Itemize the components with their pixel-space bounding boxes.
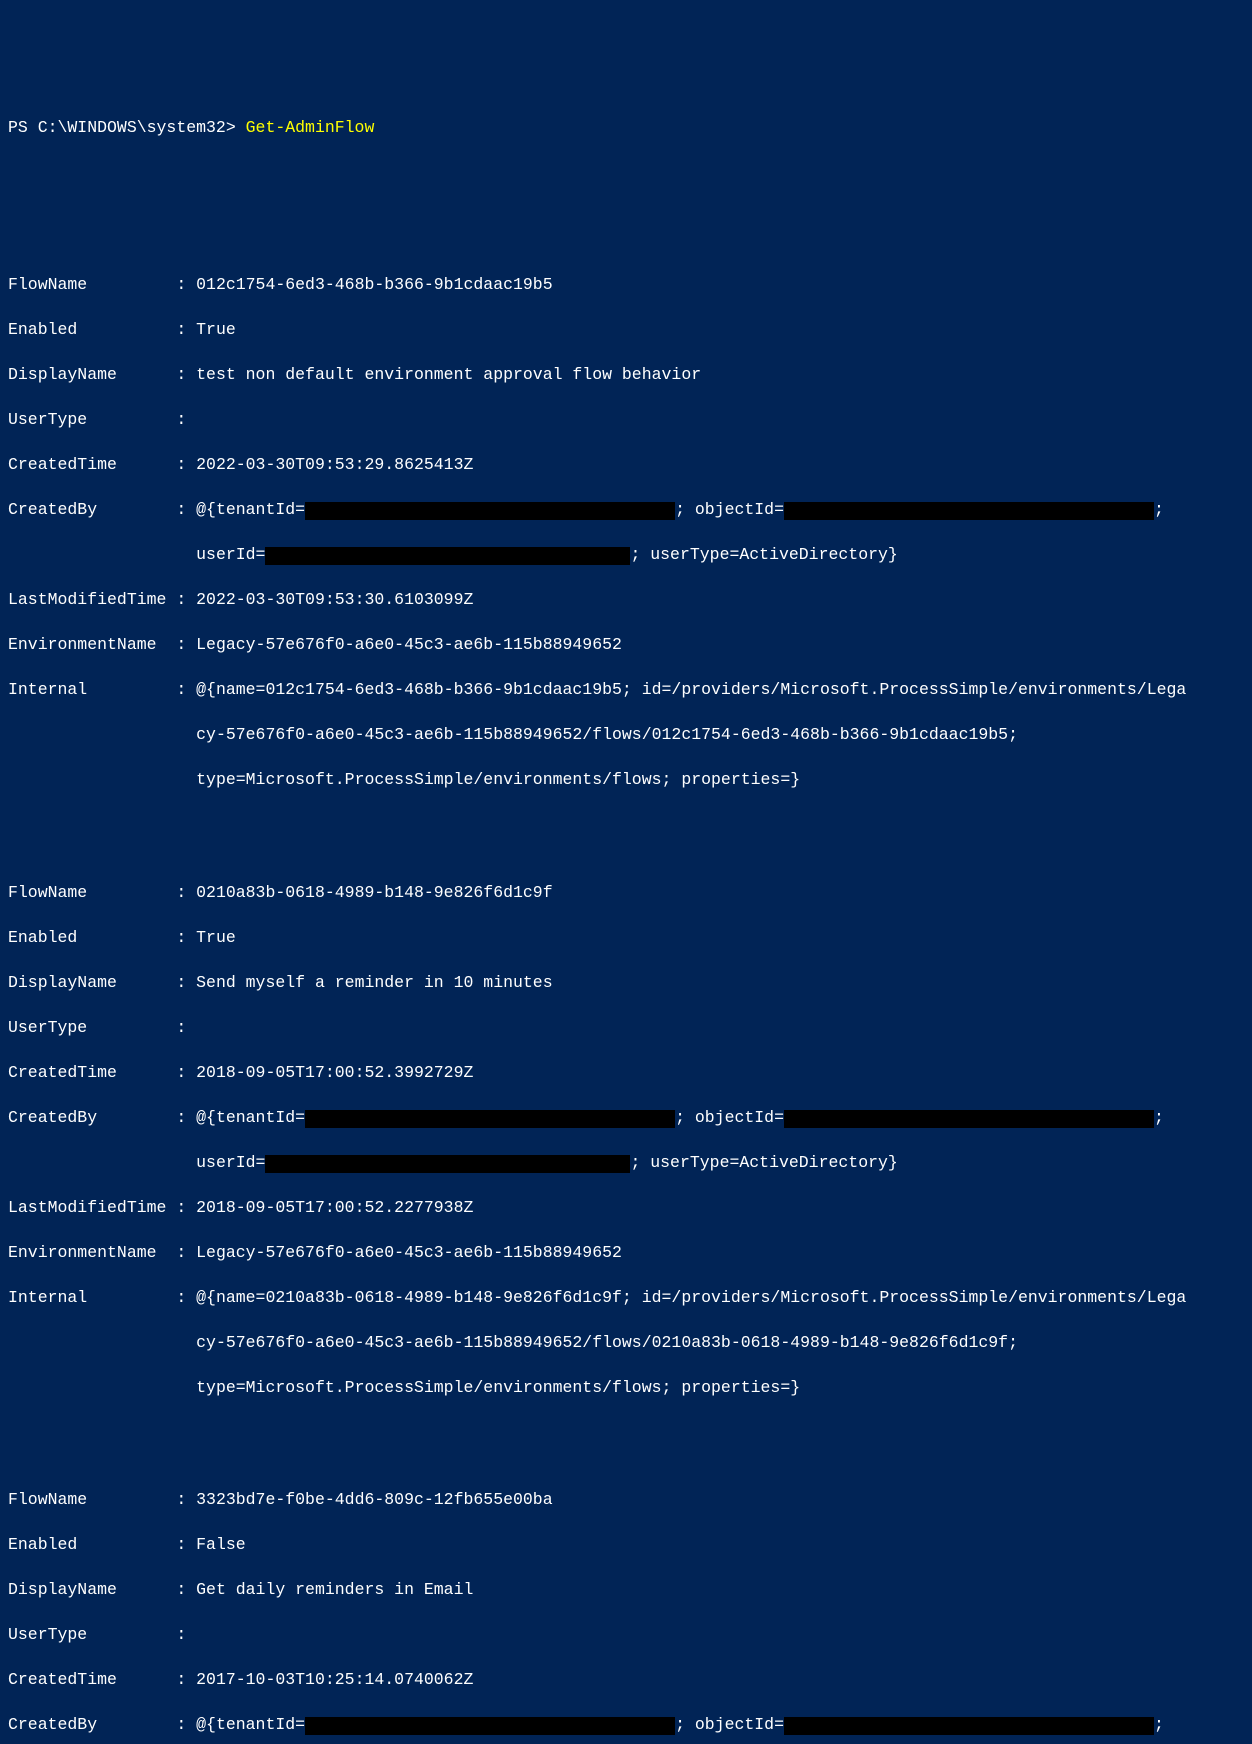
blank-line [8, 814, 1244, 837]
displayname-value: Send myself a reminder in 10 minutes [196, 973, 552, 992]
redacted-objectid [784, 1717, 1154, 1735]
createdby-row: CreatedBy : @{tenantId=; objectId=; [8, 499, 1244, 522]
lastmodifiedtime-value: 2022-03-30T09:53:30.6103099Z [196, 590, 473, 609]
environmentname-row: EnvironmentName : Legacy-57e676f0-a6e0-4… [8, 634, 1244, 657]
lastmodifiedtime-value: 2018-09-05T17:00:52.2277938Z [196, 1198, 473, 1217]
createdtime-row: CreatedTime : 2018-09-05T17:00:52.399272… [8, 1062, 1244, 1085]
displayname-row: DisplayName : Send myself a reminder in … [8, 972, 1244, 995]
redacted-objectid [784, 502, 1154, 520]
createdby-cont-row: userId=; userType=ActiveDirectory} [8, 1152, 1244, 1175]
internal-row: Internal : @{name=012c1754-6ed3-468b-b36… [8, 679, 1244, 702]
internal-cont-row: cy-57e676f0-a6e0-45c3-ae6b-115b88949652/… [8, 1332, 1244, 1355]
redacted-objectid [784, 1110, 1154, 1128]
internal-value: @{name=012c1754-6ed3-468b-b366-9b1cdaac1… [196, 680, 1186, 699]
prompt-line: PS C:\WINDOWS\system32> Get-AdminFlow [8, 117, 1244, 140]
environmentname-row: EnvironmentName : Legacy-57e676f0-a6e0-4… [8, 1242, 1244, 1265]
flowname-row: FlowName : 0210a83b-0618-4989-b148-9e826… [8, 882, 1244, 905]
blank-line [8, 162, 1244, 185]
blank-line [8, 1422, 1244, 1445]
createdtime-row: CreatedTime : 2017-10-03T10:25:14.074006… [8, 1669, 1244, 1692]
internal-cont-row: type=Microsoft.ProcessSimple/environment… [8, 1377, 1244, 1400]
blank-line [8, 207, 1244, 230]
environmentname-value: Legacy-57e676f0-a6e0-45c3-ae6b-115b88949… [196, 1243, 622, 1262]
flowname-value: 3323bd7e-f0be-4dd6-809c-12fb655e00ba [196, 1490, 552, 1509]
flowname-row: FlowName : 3323bd7e-f0be-4dd6-809c-12fb6… [8, 1489, 1244, 1512]
createdby-row: CreatedBy : @{tenantId=; objectId=; [8, 1107, 1244, 1130]
lastmodifiedtime-row: LastModifiedTime : 2018-09-05T17:00:52.2… [8, 1197, 1244, 1220]
internal-cont-row: type=Microsoft.ProcessSimple/environment… [8, 769, 1244, 792]
enabled-row: Enabled : True [8, 319, 1244, 342]
environmentname-value: Legacy-57e676f0-a6e0-45c3-ae6b-115b88949… [196, 635, 622, 654]
redacted-tenantid [305, 1110, 675, 1128]
createdtime-value: 2022-03-30T09:53:29.8625413Z [196, 455, 473, 474]
flowname-row: FlowName : 012c1754-6ed3-468b-b366-9b1cd… [8, 274, 1244, 297]
enabled-value: False [196, 1535, 246, 1554]
flowname-value: 0210a83b-0618-4989-b148-9e826f6d1c9f [196, 883, 552, 902]
createdby-cont-row: userId=; userType=ActiveDirectory} [8, 544, 1244, 567]
enabled-row: Enabled : False [8, 1534, 1244, 1557]
createdtime-value: 2018-09-05T17:00:52.3992729Z [196, 1063, 473, 1082]
enabled-value: True [196, 320, 236, 339]
usertype-row: UserType : [8, 1624, 1244, 1647]
enabled-value: True [196, 928, 236, 947]
flowname-value: 012c1754-6ed3-468b-b366-9b1cdaac19b5 [196, 275, 552, 294]
createdtime-value: 2017-10-03T10:25:14.0740062Z [196, 1670, 473, 1689]
redacted-tenantid [305, 1717, 675, 1735]
redacted-tenantid [305, 502, 675, 520]
redacted-userid [265, 547, 630, 565]
redacted-userid [265, 1155, 630, 1173]
displayname-row: DisplayName : test non default environme… [8, 364, 1244, 387]
displayname-value: Get daily reminders in Email [196, 1580, 473, 1599]
lastmodifiedtime-row: LastModifiedTime : 2022-03-30T09:53:30.6… [8, 589, 1244, 612]
internal-row: Internal : @{name=0210a83b-0618-4989-b14… [8, 1287, 1244, 1310]
enabled-row: Enabled : True [8, 927, 1244, 950]
createdtime-row: CreatedTime : 2022-03-30T09:53:29.862541… [8, 454, 1244, 477]
displayname-row: DisplayName : Get daily reminders in Ema… [8, 1579, 1244, 1602]
createdby-row: CreatedBy : @{tenantId=; objectId=; [8, 1714, 1244, 1737]
internal-cont-row: cy-57e676f0-a6e0-45c3-ae6b-115b88949652/… [8, 724, 1244, 747]
terminal-output[interactable]: PS C:\WINDOWS\system32> Get-AdminFlow Fl… [8, 94, 1244, 1744]
prompt: PS C:\WINDOWS\system32> [8, 118, 246, 137]
usertype-row: UserType : [8, 409, 1244, 432]
internal-value: @{name=0210a83b-0618-4989-b148-9e826f6d1… [196, 1288, 1186, 1307]
displayname-value: test non default environment approval fl… [196, 365, 701, 384]
command: Get-AdminFlow [246, 118, 375, 137]
usertype-row: UserType : [8, 1017, 1244, 1040]
